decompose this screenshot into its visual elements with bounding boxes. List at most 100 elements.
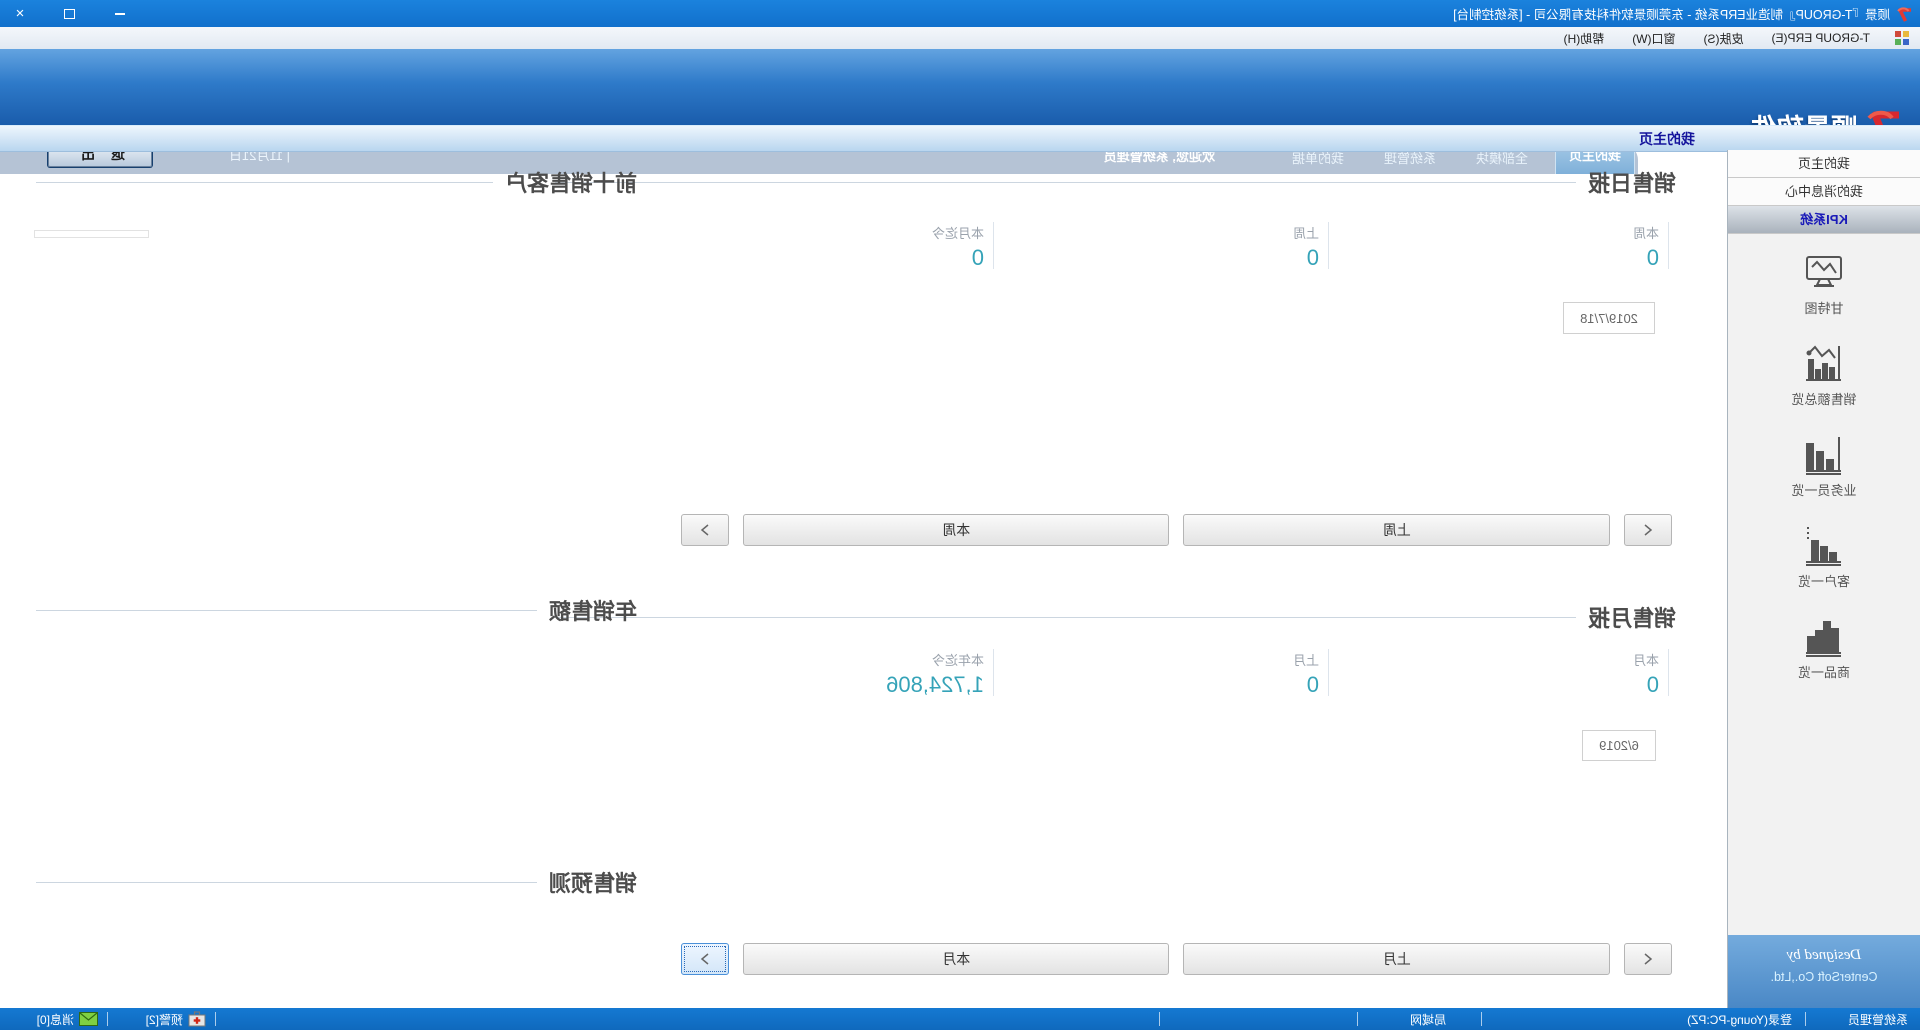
statusbar-divider: [215, 1012, 216, 1026]
sidebar-item-label: 商品一览: [1798, 662, 1850, 681]
customers-section-header: 前十销售客户: [36, 166, 637, 198]
statusbar-divider: [1805, 1012, 1806, 1026]
app-logo-icon: [1896, 5, 1914, 23]
window-title: 顺景『T-GROUP』制造业ERP系统 - 东莞顺景软件科技有限公司 - [系统…: [1453, 4, 1890, 23]
stat-value: 0: [1019, 672, 1319, 698]
daily-prev-arrow-button[interactable]: [1624, 514, 1672, 546]
divider-line: [36, 882, 537, 883]
close-button[interactable]: ×: [6, 5, 34, 23]
divider-line: [36, 610, 537, 611]
stat-value: 0: [684, 245, 984, 271]
daily-section-title: 销售日报: [1588, 166, 1676, 198]
sidebar-item-label: 业务员一览: [1792, 480, 1857, 499]
divider-line: [555, 182, 1576, 183]
sidebar-item-label: 销售额总览: [1792, 389, 1857, 408]
stat-label: 本周: [1359, 223, 1659, 242]
nav-band: 顺景软件 我的主页 全部模块 系统管理 我的单据 欢迎您, 系统管理员 | 11…: [0, 49, 1920, 125]
statusbar-messages[interactable]: 消息[0]: [37, 1008, 98, 1030]
daily-button-row: 上周 本周: [681, 514, 1672, 546]
daily-this-week-button[interactable]: 本周: [743, 514, 1170, 546]
sidebar-item-gantt[interactable]: 甘特图: [1802, 250, 1846, 317]
daily-section-header: 销售日报: [555, 166, 1676, 198]
menu-item-skin[interactable]: 皮肤(S): [1690, 30, 1758, 47]
page-header-strip: 我的主页: [0, 125, 1920, 152]
menu-item-window[interactable]: 窗口(W): [1618, 30, 1689, 47]
stat-label: 上周: [1019, 223, 1319, 242]
sidebar: 我的主页 我的消息中心 KPI系统 甘特图 销售额总览: [1727, 150, 1920, 1008]
sales-total-icon: [1802, 341, 1846, 385]
monthly-stat-year-to-date: 本年迄今 1,724,806: [684, 649, 994, 696]
restore-icon: [65, 9, 76, 19]
daily-next-arrow-button[interactable]: [681, 514, 729, 546]
divider-line: [555, 617, 1576, 618]
statusbar-alerts[interactable]: 预警[2]: [146, 1008, 206, 1030]
sidebar-item-kpi-system[interactable]: KPI系统: [1728, 206, 1920, 234]
menu-bar: T-GROUP ERP(E) 皮肤(S) 窗口(W) 帮助(H): [0, 27, 1920, 50]
sidebar-item-product-overview[interactable]: 商品一览: [1798, 614, 1850, 681]
menu-item-help[interactable]: 帮助(H): [1550, 30, 1619, 47]
statusbar-login: 登录(Young-PC:PZ): [1687, 1008, 1792, 1030]
app-window: 顺景『T-GROUP』制造业ERP系统 - 东莞顺景软件科技有限公司 - [系统…: [0, 0, 1920, 1030]
kpi-shortcut-list: 甘特图 销售额总览 业务员一览: [1728, 234, 1920, 705]
gantt-chart-icon: [1802, 250, 1846, 294]
stat-label: 上月: [1019, 650, 1319, 669]
monthly-section-header: 销售月报: [555, 601, 1676, 633]
page-title: 我的主页: [1639, 129, 1695, 149]
restore-button[interactable]: [56, 5, 84, 23]
daily-chart-tooltip: 2019/7/18: [1563, 302, 1655, 334]
monthly-next-arrow-button[interactable]: [681, 943, 729, 975]
daily-stat-this-week: 本周 0: [1359, 222, 1669, 269]
daily-stat-month-to-date: 本月迄今 0: [684, 222, 994, 269]
forecast-section-title: 销售预测: [549, 866, 637, 898]
sidebar-item-label: 客户一览: [1798, 571, 1850, 590]
product-overview-icon: [1802, 614, 1846, 658]
stat-label: 本月: [1359, 650, 1659, 669]
monthly-prev-arrow-button[interactable]: [1624, 943, 1672, 975]
statusbar-user: 系统管理员: [1848, 1008, 1908, 1030]
sidebar-item-label: 甘特图: [1805, 298, 1844, 317]
chevron-right-icon: [699, 523, 711, 537]
designed-by-block: Designed by CenterSoft Co.,Ltd.: [1728, 935, 1920, 1008]
statusbar-divider: [1481, 1012, 1482, 1026]
chevron-right-icon: [699, 952, 711, 966]
stat-value: 0: [1019, 245, 1319, 271]
title-bar: 顺景『T-GROUP』制造业ERP系统 - 东莞顺景软件科技有限公司 - [系统…: [0, 0, 1920, 27]
envelope-icon: [79, 1012, 98, 1026]
monthly-stat-last-month: 上月 0: [1019, 649, 1329, 696]
chevron-left-icon: [1642, 523, 1654, 537]
sidebar-item-salesman-overview[interactable]: 业务员一览: [1792, 432, 1857, 499]
statusbar-divider: [1159, 1012, 1160, 1026]
stat-value: 1,724,806: [684, 672, 984, 698]
monthly-chart-tooltip: 6/2019: [1582, 730, 1656, 761]
minimize-button[interactable]: [106, 5, 134, 23]
stat-label: 本月迄今: [684, 223, 984, 242]
menu-item-tgroup-erp[interactable]: T-GROUP ERP(E): [1758, 31, 1884, 45]
sidebar-item-my-homepage[interactable]: 我的主页: [1728, 150, 1920, 178]
minimize-icon: [115, 13, 125, 15]
close-icon: ×: [16, 5, 25, 22]
monthly-this-month-button[interactable]: 本月: [743, 943, 1170, 975]
daily-stat-last-week: 上周 0: [1019, 222, 1329, 269]
annual-section-header: 年销售额: [36, 594, 637, 626]
designed-by-line1: Designed by: [1728, 947, 1920, 964]
app-grid-icon: [1894, 30, 1910, 46]
forecast-section-header: 销售预测: [36, 866, 637, 898]
monthly-stat-this-month: 本月 0: [1359, 649, 1669, 696]
annual-section-title: 年销售额: [549, 594, 637, 626]
customers-section-title: 前十销售客户: [505, 166, 637, 198]
salesman-overview-icon: [1802, 432, 1846, 476]
statusbar-divider: [107, 1012, 108, 1026]
monthly-section-title: 销售月报: [1588, 601, 1676, 633]
sidebar-item-message-center[interactable]: 我的消息中心: [1728, 178, 1920, 206]
sidebar-item-customer-overview[interactable]: 客户一览: [1798, 523, 1850, 590]
sidebar-item-sales-total[interactable]: 销售额总览: [1792, 341, 1857, 408]
statusbar-network: 局域网: [1410, 1008, 1446, 1030]
designed-by-line2: CenterSoft Co.,Ltd.: [1728, 970, 1920, 984]
customer-overview-icon: [1802, 523, 1846, 567]
first-aid-kit-icon: [188, 1011, 206, 1027]
status-bar: 系统管理员 登录(Young-PC:PZ) 局域网 预警[2] 消息[0]: [0, 1008, 1920, 1030]
daily-last-week-button[interactable]: 上周: [1184, 514, 1611, 546]
divider-line: [36, 182, 493, 183]
statusbar-divider: [1357, 1012, 1358, 1026]
monthly-last-month-button[interactable]: 上月: [1184, 943, 1611, 975]
